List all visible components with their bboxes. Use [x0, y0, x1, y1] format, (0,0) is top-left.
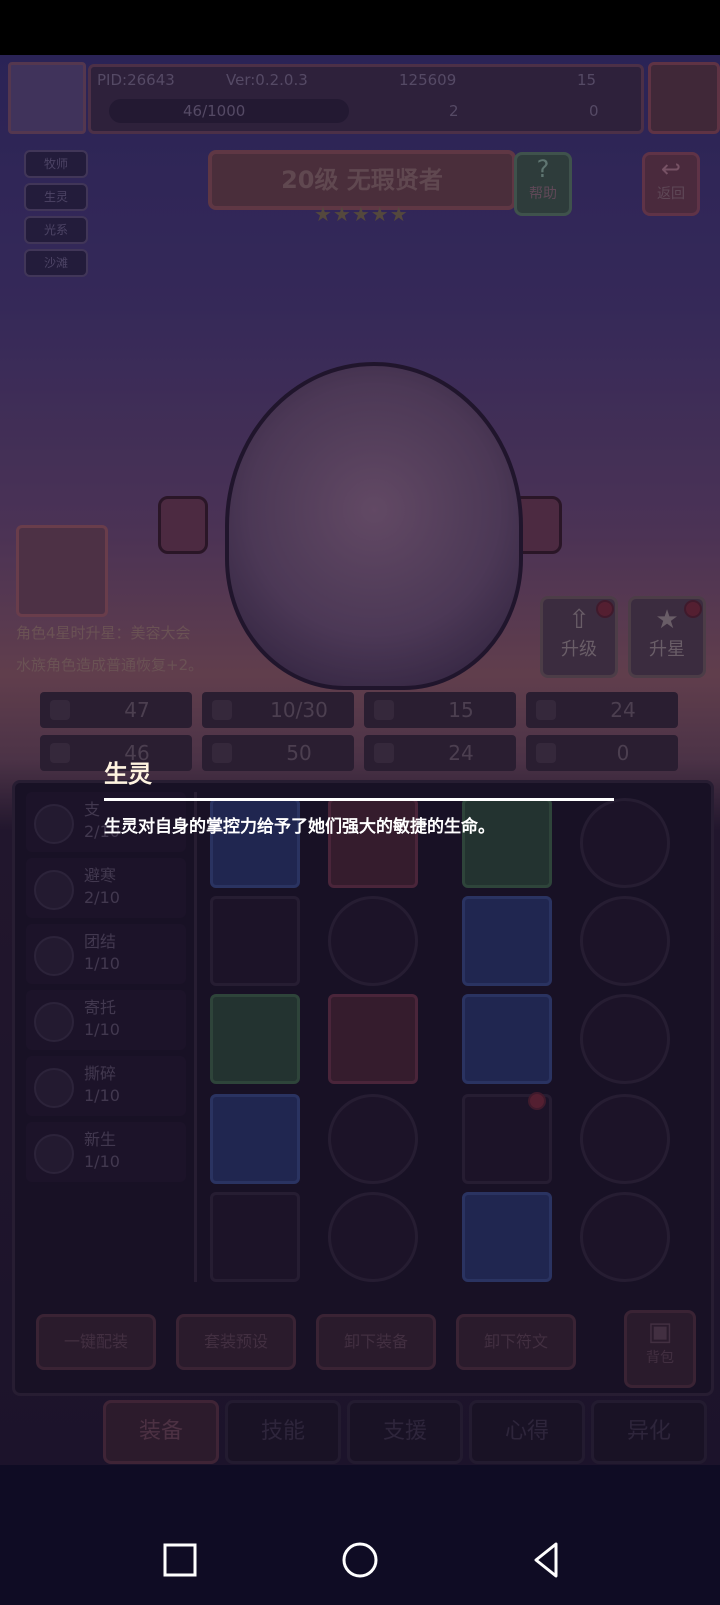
tooltip-description: 生灵对自身的掌控力给予了她们强大的敏捷的生命。 [104, 817, 495, 837]
system-navigation-bar [0, 1465, 720, 1605]
back-icon[interactable] [526, 1538, 570, 1582]
home-icon[interactable] [338, 1538, 382, 1582]
recent-apps-icon[interactable] [158, 1538, 202, 1582]
tooltip-divider [104, 798, 614, 801]
tooltip-title: 生灵 [104, 760, 152, 788]
system-status-bar [0, 0, 720, 55]
